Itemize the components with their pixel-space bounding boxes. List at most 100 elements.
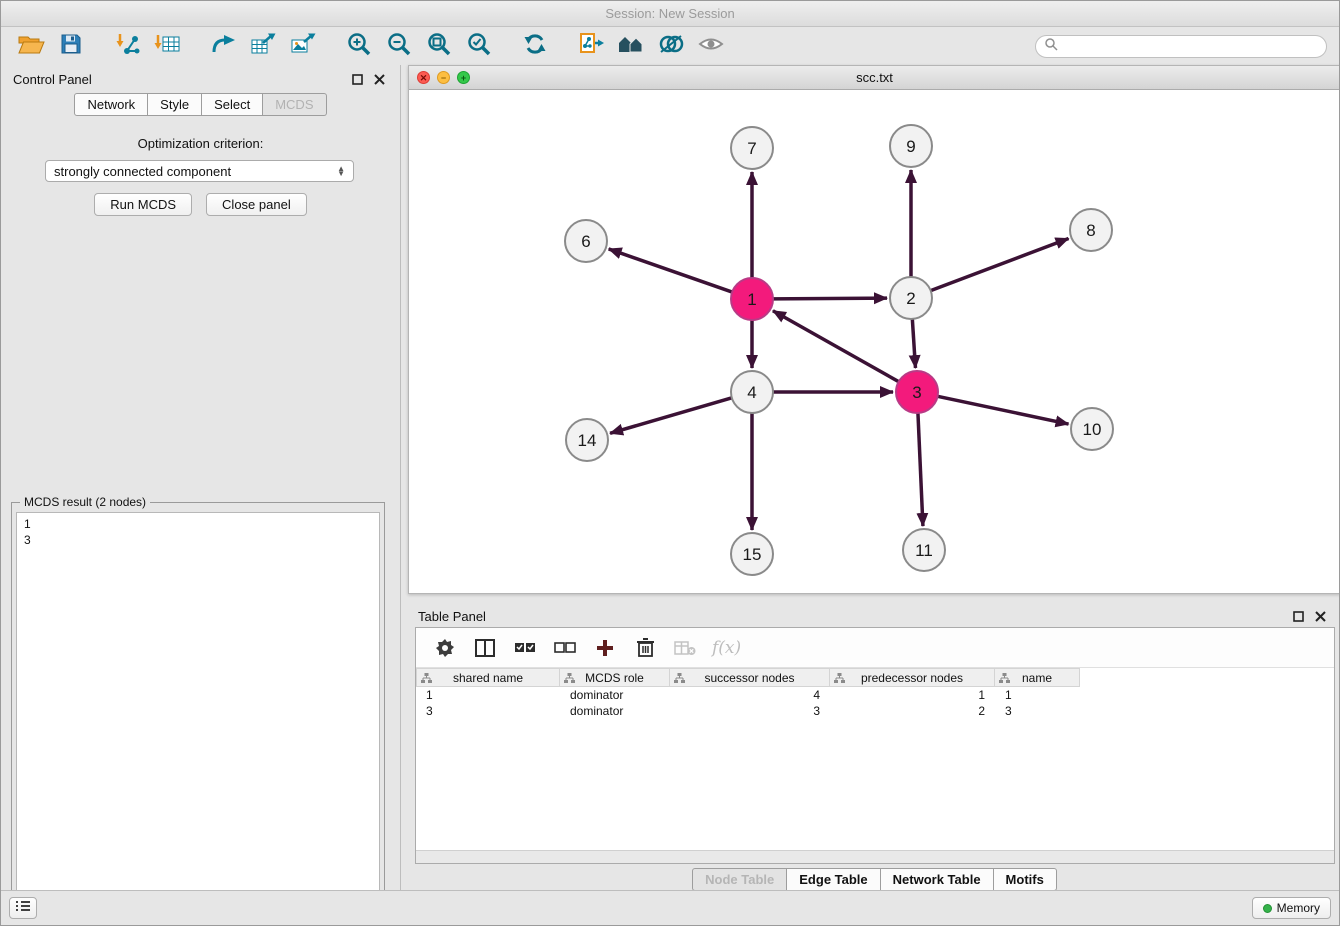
table-header-row[interactable]: shared name MCDS rolesuccessor nodesprede… xyxy=(416,668,1334,687)
node-1[interactable]: 1 xyxy=(731,278,773,320)
edge-3-11[interactable] xyxy=(918,413,923,526)
export-network-button[interactable] xyxy=(203,31,243,63)
node-9[interactable]: 9 xyxy=(890,125,932,167)
node-4[interactable]: 4 xyxy=(731,371,773,413)
edge-4-14[interactable] xyxy=(610,398,732,433)
export-image-icon xyxy=(290,33,316,60)
export-image-button[interactable] xyxy=(283,31,323,63)
node-7[interactable]: 7 xyxy=(731,127,773,169)
memory-label: Memory xyxy=(1277,901,1320,915)
mcds-result-list[interactable]: 13 xyxy=(16,512,380,926)
node-table-container: f(x) shared nameMCDS rolesuccessor nodes… xyxy=(415,627,1335,864)
table-row[interactable]: 1dominator411 xyxy=(416,687,1334,703)
criterion-dropdown[interactable]: strongly connected component ▲▼ xyxy=(45,160,354,182)
node-10[interactable]: 10 xyxy=(1071,408,1113,450)
memory-button[interactable]: Memory xyxy=(1252,897,1331,919)
table-cell[interactable]: 1 xyxy=(830,687,995,703)
table-cell[interactable]: 3 xyxy=(995,703,1080,719)
tab-mcds[interactable]: MCDS xyxy=(263,93,326,116)
column-header-name[interactable]: name xyxy=(995,668,1080,687)
close-panel-button[interactable]: Close panel xyxy=(206,193,307,216)
create-column-button[interactable] xyxy=(592,635,618,661)
horizontal-splitter[interactable] xyxy=(408,594,1339,602)
table-cell[interactable]: 3 xyxy=(416,703,560,719)
tab-network[interactable]: Network xyxy=(74,93,148,116)
zoom-out-button[interactable] xyxy=(379,31,419,63)
minimize-window-button[interactable]: − xyxy=(437,71,450,84)
maximize-window-button[interactable]: + xyxy=(457,71,470,84)
edge-2-3[interactable] xyxy=(912,319,915,368)
table-cell[interactable]: 2 xyxy=(830,703,995,719)
zoom-fit-content-button[interactable] xyxy=(419,31,459,63)
save-icon xyxy=(60,33,82,60)
import-network-button[interactable] xyxy=(107,31,147,63)
node-15[interactable]: 15 xyxy=(731,533,773,575)
zoom-selected-button[interactable] xyxy=(459,31,499,63)
import-network-icon xyxy=(114,32,140,61)
control-panel-tabs: NetworkStyleSelectMCDS xyxy=(1,93,400,116)
save-session-button[interactable] xyxy=(51,31,91,63)
tab-style[interactable]: Style xyxy=(148,93,202,116)
home-networks-button[interactable] xyxy=(611,31,651,63)
table-cell[interactable]: 1 xyxy=(995,687,1080,703)
node-3[interactable]: 3 xyxy=(896,371,938,413)
control-panel: Control Panel NetworkStyleSelectMCDS Opt… xyxy=(1,65,401,890)
column-header-successor-nodes[interactable]: successor nodes xyxy=(670,668,830,687)
node-6[interactable]: 6 xyxy=(565,220,607,262)
table-cell[interactable]: 1 xyxy=(416,687,560,703)
copy-style-button[interactable] xyxy=(571,31,611,63)
tab-network-table[interactable]: Network Table xyxy=(881,868,994,891)
column-header-predecessor-nodes[interactable]: predecessor nodes xyxy=(830,668,995,687)
export-table-button[interactable] xyxy=(243,31,283,63)
column-header-mcds-role[interactable]: MCDS role xyxy=(560,668,670,687)
table-panel-header: Table Panel xyxy=(408,602,1340,630)
show-hide-button[interactable] xyxy=(691,31,731,63)
close-window-button[interactable]: ✕ xyxy=(417,71,430,84)
table-cell[interactable]: 4 xyxy=(670,687,830,703)
tab-node-table[interactable]: Node Table xyxy=(692,868,787,891)
run-mcds-button[interactable]: Run MCDS xyxy=(94,193,192,216)
edge-3-10[interactable] xyxy=(938,396,1069,424)
open-session-button[interactable] xyxy=(11,31,51,63)
table-cell[interactable]: 3 xyxy=(670,703,830,719)
task-history-button[interactable] xyxy=(9,897,37,919)
table-settings-button[interactable] xyxy=(432,635,458,661)
node-14[interactable]: 14 xyxy=(566,419,608,461)
show-columns-button[interactable] xyxy=(472,635,498,661)
window-titlebar[interactable]: Session: New Session xyxy=(1,1,1339,27)
table-cell[interactable]: dominator xyxy=(560,703,670,719)
svg-text:9: 9 xyxy=(906,137,915,156)
node-8[interactable]: 8 xyxy=(1070,209,1112,251)
node-11[interactable]: 11 xyxy=(903,529,945,571)
select-all-columns-button[interactable] xyxy=(512,635,538,661)
table-horizontal-scrollbar[interactable] xyxy=(416,850,1334,863)
network-window-titlebar[interactable]: ✕ − + scc.txt xyxy=(409,66,1340,90)
edge-2-8[interactable] xyxy=(931,238,1069,290)
network-canvas[interactable]: 1 2 3 4 6 7 8 9 10 11 14 15 xyxy=(409,90,1340,593)
tab-select[interactable]: Select xyxy=(202,93,263,116)
tab-motifs[interactable]: Motifs xyxy=(994,868,1057,891)
node-2[interactable]: 2 xyxy=(890,277,932,319)
vertical-splitter[interactable] xyxy=(401,65,408,890)
annotation-button[interactable] xyxy=(651,31,691,63)
float-panel-icon[interactable] xyxy=(348,70,366,88)
import-table-button[interactable] xyxy=(147,31,187,63)
zoom-in-button[interactable] xyxy=(339,31,379,63)
unselect-all-columns-button[interactable] xyxy=(552,635,578,661)
edge-1-6[interactable] xyxy=(609,249,733,292)
edge-3-1[interactable] xyxy=(773,311,899,382)
close-table-panel-icon[interactable] xyxy=(1311,607,1329,625)
houses-icon xyxy=(617,33,645,60)
search-input[interactable] xyxy=(1058,39,1318,55)
float-table-panel-icon[interactable] xyxy=(1289,607,1307,625)
tab-edge-table[interactable]: Edge Table xyxy=(787,868,880,891)
global-search-field[interactable] xyxy=(1035,35,1327,58)
refresh-button[interactable] xyxy=(515,31,555,63)
column-label: shared name xyxy=(453,671,523,685)
edge-1-2[interactable] xyxy=(773,298,887,299)
column-header-shared-name[interactable]: shared name xyxy=(416,668,560,687)
table-row[interactable]: 3dominator323 xyxy=(416,703,1334,719)
close-panel-icon[interactable] xyxy=(370,70,388,88)
table-cell[interactable]: dominator xyxy=(560,687,670,703)
delete-column-button[interactable] xyxy=(632,635,658,661)
